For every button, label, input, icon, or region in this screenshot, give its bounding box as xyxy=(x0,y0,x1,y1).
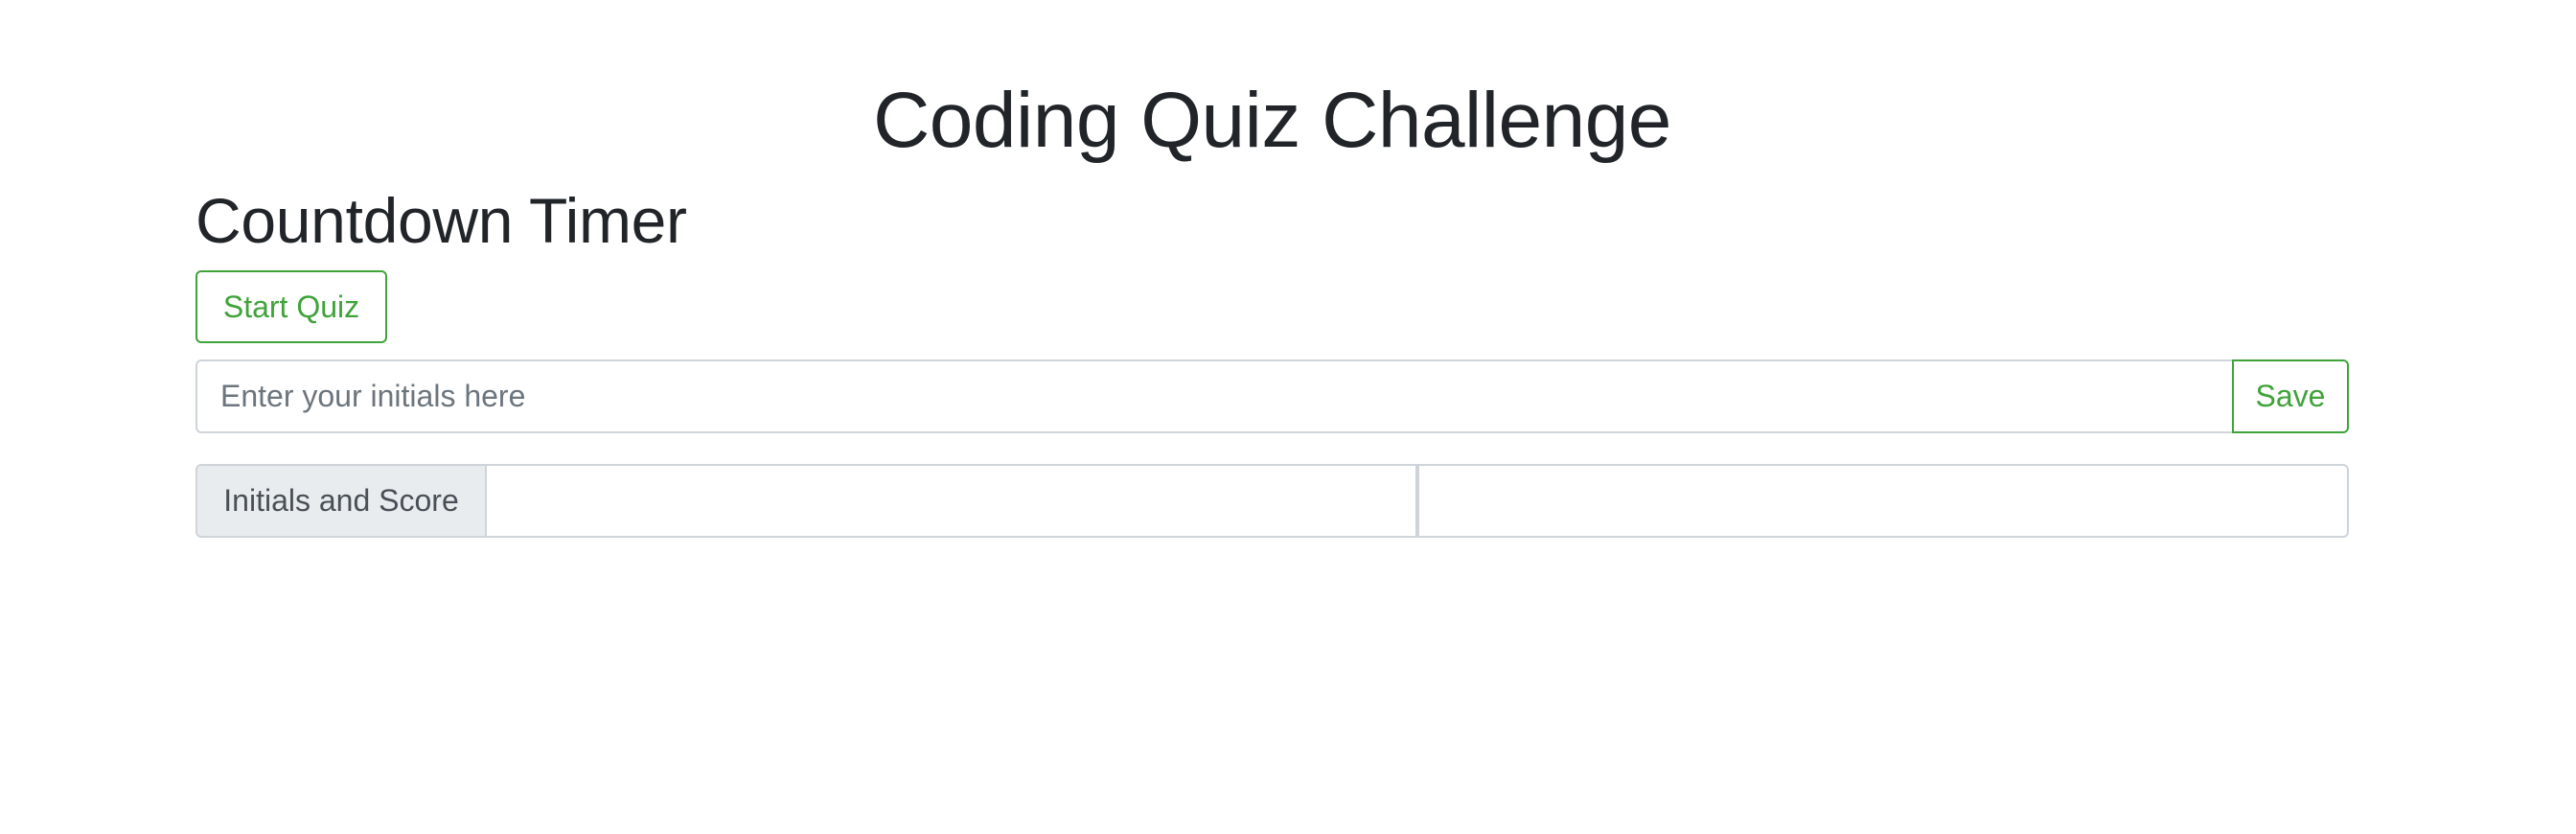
start-quiz-button[interactable]: Start Quiz xyxy=(196,270,387,343)
save-button[interactable]: Save xyxy=(2232,359,2349,433)
score-input-group: Initials and Score xyxy=(196,464,2349,538)
score-field-initials[interactable] xyxy=(487,464,1417,538)
initials-input[interactable] xyxy=(196,359,2232,433)
initials-input-group: Save xyxy=(196,359,2349,433)
initials-and-score-label: Initials and Score xyxy=(196,464,487,538)
page-title: Coding Quiz Challenge xyxy=(873,77,1671,164)
countdown-timer-heading: Countdown Timer xyxy=(196,185,687,256)
score-field-score[interactable] xyxy=(1417,464,2349,538)
